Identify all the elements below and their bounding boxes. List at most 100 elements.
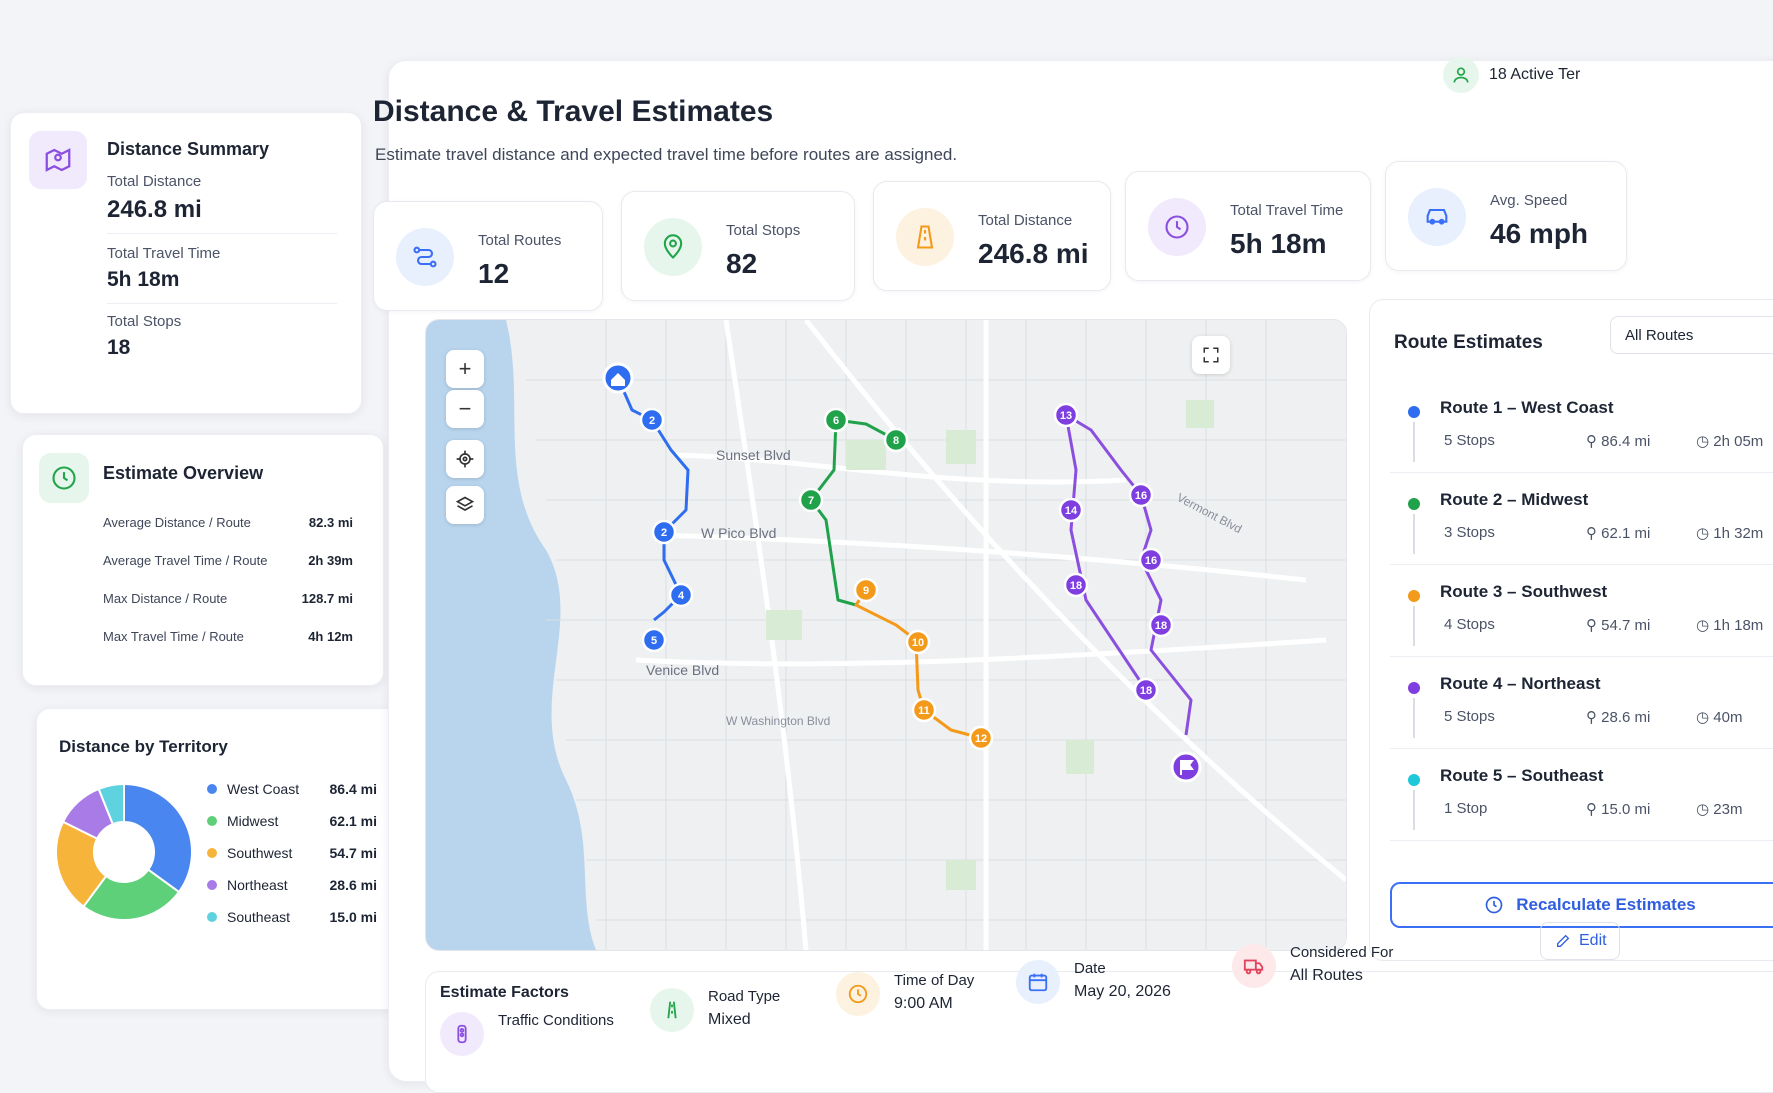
estimate-factors-panel: Estimate Factors Traffic Conditions Road… bbox=[425, 922, 1773, 1093]
legend-value: 28.6 mi bbox=[329, 877, 377, 893]
route-item[interactable]: Route 1 – West Coast 5 Stops ⚲ 86.4 mi ◷… bbox=[1390, 380, 1773, 473]
overview-row: Average Travel Time / Route 2h 39m bbox=[103, 553, 353, 568]
kpi-value: 46 mph bbox=[1490, 218, 1589, 249]
kpi-label: Total Stops bbox=[726, 222, 801, 239]
stop-marker[interactable]: 14 bbox=[1058, 497, 1084, 523]
overview-value: 2h 39m bbox=[308, 553, 353, 568]
summary-label: Total Travel Time bbox=[107, 245, 221, 262]
stop-marker[interactable]: 11 bbox=[911, 697, 937, 723]
stop-number: 12 bbox=[975, 733, 987, 745]
legend-item: Northeast 28.6 mi bbox=[207, 877, 377, 893]
stop-number: 8 bbox=[893, 435, 899, 447]
stop-marker[interactable]: 18 bbox=[1063, 572, 1089, 598]
zoom-in-button[interactable]: + bbox=[446, 350, 484, 388]
route-color-dot bbox=[1408, 682, 1420, 694]
route-filter-select[interactable]: All Routes bbox=[1610, 316, 1773, 354]
active-teams-label: 18 Active Ter bbox=[1489, 66, 1581, 83]
stop-marker[interactable]: 5 bbox=[641, 627, 667, 653]
estimates-title: Route Estimates bbox=[1394, 332, 1543, 353]
legend-label: Midwest bbox=[227, 813, 279, 829]
stop-marker[interactable]: 9 bbox=[853, 577, 879, 603]
summary-item: Total Stops 18 bbox=[107, 313, 337, 360]
stop-number: 14 bbox=[1065, 505, 1078, 517]
zoom-out-button[interactable]: − bbox=[446, 390, 484, 428]
truck-icon bbox=[1232, 944, 1276, 988]
user-icon bbox=[1443, 57, 1479, 93]
route-map[interactable]: Sunset Blvd W Pico Blvd Venice Blvd W Wa… bbox=[425, 319, 1347, 951]
stop-marker[interactable]: 2 bbox=[651, 519, 677, 545]
factor-value: May 20, 2026 bbox=[1074, 983, 1171, 1000]
layers-icon bbox=[455, 496, 475, 511]
kpi-label: Total Distance bbox=[978, 212, 1073, 229]
page-title: Distance & Travel Estimates bbox=[373, 95, 774, 128]
summary-label: Total Distance bbox=[107, 173, 202, 190]
legend-swatch bbox=[207, 784, 217, 794]
route-time: ◷ 40m bbox=[1696, 708, 1742, 726]
factor-value: 9:00 AM bbox=[894, 995, 953, 1012]
summary-item: Total Distance 246.8 mi bbox=[107, 173, 337, 224]
clock-icon bbox=[836, 972, 880, 1016]
legend-item: Southeast 15.0 mi bbox=[207, 909, 377, 925]
stop-number: 4 bbox=[678, 590, 685, 602]
stop-number: 6 bbox=[833, 415, 839, 427]
expand-icon bbox=[1203, 347, 1219, 363]
territory-donut-chart bbox=[55, 782, 193, 921]
route-color-dot bbox=[1408, 774, 1420, 786]
route-item[interactable]: Route 5 – Southeast 1 Stop ⚲ 15.0 mi ◷ 2… bbox=[1390, 748, 1773, 841]
factors-title: Estimate Factors bbox=[440, 984, 569, 1001]
route-stops: 3 Stops bbox=[1444, 524, 1495, 541]
refresh-icon bbox=[1485, 896, 1503, 914]
traffic-icon bbox=[440, 1012, 484, 1056]
factor-label: Traffic Conditions bbox=[498, 1012, 614, 1029]
stop-number: 5 bbox=[651, 635, 657, 647]
stop-marker[interactable]: 13 bbox=[1053, 402, 1079, 428]
home-marker[interactable] bbox=[602, 362, 634, 394]
layers-button[interactable] bbox=[446, 486, 484, 524]
route-distance: ⚲ 86.4 mi bbox=[1586, 432, 1650, 450]
overview-row: Max Travel Time / Route 4h 12m bbox=[103, 629, 353, 644]
route-connector bbox=[1413, 606, 1415, 646]
summary-value: 5h 18m bbox=[107, 268, 180, 291]
route-item[interactable]: Route 2 – Midwest 3 Stops ⚲ 62.1 mi ◷ 1h… bbox=[1390, 472, 1773, 565]
route-connector bbox=[1413, 514, 1415, 554]
stop-marker[interactable]: 12 bbox=[968, 725, 994, 751]
kpi-card-3: Total Travel Time 5h 18m bbox=[1125, 171, 1371, 281]
stop-marker[interactable]: 16 bbox=[1138, 547, 1164, 573]
stop-number: 18 bbox=[1070, 580, 1082, 592]
active-teams-badge[interactable]: 18 Active Ter bbox=[1443, 57, 1580, 93]
fullscreen-button[interactable] bbox=[1192, 336, 1230, 374]
route-name: Route 5 – Southeast bbox=[1440, 766, 1604, 785]
stop-marker[interactable]: 6 bbox=[823, 407, 849, 433]
route-stops: 5 Stops bbox=[1444, 432, 1495, 449]
kpi-value: 5h 18m bbox=[1230, 228, 1327, 259]
legend-value: 15.0 mi bbox=[329, 909, 377, 925]
stop-marker[interactable]: 18 bbox=[1148, 612, 1174, 638]
route-filter-value: All Routes bbox=[1625, 326, 1694, 344]
stop-marker[interactable]: 16 bbox=[1128, 482, 1154, 508]
stop-marker[interactable]: 8 bbox=[883, 427, 909, 453]
stop-marker[interactable]: 4 bbox=[668, 582, 694, 608]
stop-number: 10 bbox=[912, 637, 924, 649]
legend-label: West Coast bbox=[227, 781, 300, 797]
overview-row: Average Distance / Route 82.3 mi bbox=[103, 515, 353, 530]
territory-chart-card: Distance by Territory West Coast 86.4 mi M… bbox=[36, 708, 400, 1010]
edit-button[interactable]: Edit bbox=[1540, 922, 1620, 960]
stop-marker[interactable]: 2 bbox=[639, 407, 665, 433]
locate-button[interactable] bbox=[446, 440, 484, 478]
route-item[interactable]: Route 4 – Northeast 5 Stops ⚲ 28.6 mi ◷ … bbox=[1390, 656, 1773, 749]
route-connector bbox=[1413, 790, 1415, 830]
stop-marker[interactable]: 7 bbox=[798, 487, 824, 513]
flag-marker[interactable] bbox=[1170, 751, 1202, 783]
map-pin-icon bbox=[29, 131, 87, 189]
route-item[interactable]: Route 3 – Southwest 4 Stops ⚲ 54.7 mi ◷ … bbox=[1390, 564, 1773, 657]
route-name: Route 2 – Midwest bbox=[1440, 490, 1589, 509]
pencil-icon bbox=[1557, 934, 1570, 947]
stop-marker[interactable]: 10 bbox=[905, 629, 931, 655]
route-distance: ⚲ 28.6 mi bbox=[1586, 708, 1650, 726]
stop-marker[interactable]: 18 bbox=[1133, 677, 1159, 703]
legend-swatch bbox=[207, 912, 217, 922]
route-time: ◷ 1h 18m bbox=[1696, 616, 1763, 634]
map-canvas[interactable]: Sunset Blvd W Pico Blvd Venice Blvd W Wa… bbox=[426, 320, 1346, 950]
main-panel: Distance & Travel Estimates Estimate tra… bbox=[373, 57, 1773, 1093]
clock-icon: ◷ bbox=[1696, 801, 1714, 818]
